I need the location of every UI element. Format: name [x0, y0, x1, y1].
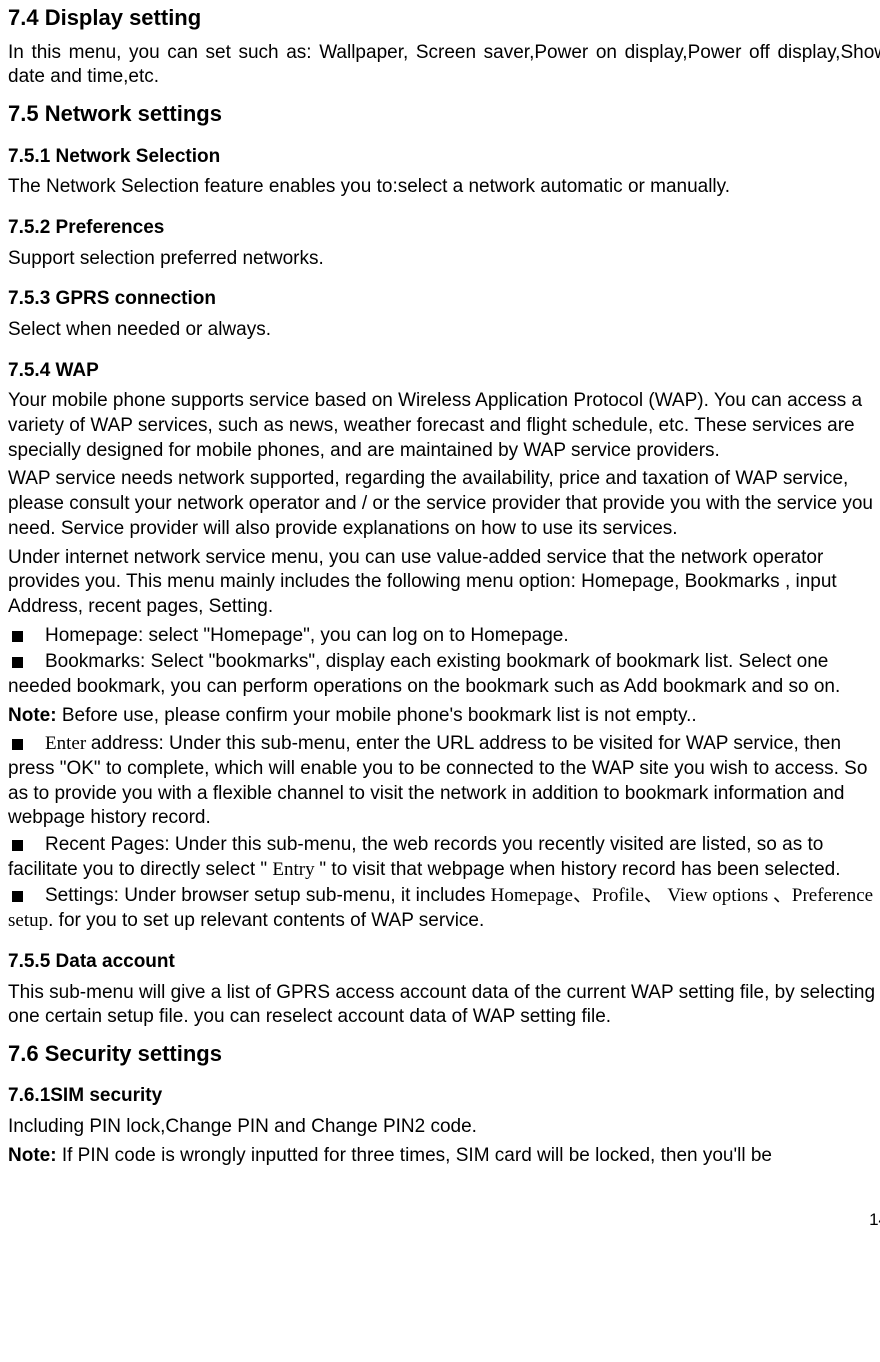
body-7-5-3: Select when needed or always.: [8, 318, 880, 343]
wap-bullet-bookmarks: Bookmarks: Select "bookmarks", display e…: [8, 650, 880, 699]
wap-p3: Under internet network service menu, you…: [8, 546, 880, 620]
heading-7-5-3: 7.5.3 GPRS connection: [8, 287, 880, 312]
wap-bullet-recent-pages: Recent Pages: Under this sub-menu, the w…: [8, 833, 880, 882]
body-7-6-1: Including PIN lock,Change PIN and Change…: [8, 1115, 880, 1140]
wap-bullet-homepage: Homepage: select "Homepage", you can log…: [8, 624, 880, 649]
wap-bullet-enter-address: Enter address: Under this sub-menu, ente…: [8, 732, 880, 831]
wap-note: Note: Before use, please confirm your mo…: [8, 704, 880, 729]
heading-7-4: 7.4 Display setting: [8, 4, 880, 33]
square-bullet-icon: [12, 631, 23, 642]
square-bullet-icon: [12, 840, 23, 851]
page-number: 14: [8, 1209, 880, 1231]
wap-p2: WAP service needs network supported, reg…: [8, 467, 880, 541]
body-7-5-1: The Network Selection feature enables yo…: [8, 175, 880, 200]
square-bullet-icon: [12, 739, 23, 750]
heading-7-5-1: 7.5.1 Network Selection: [8, 145, 880, 170]
heading-7-5-4: 7.5.4 WAP: [8, 359, 880, 384]
body-7-4: In this menu, you can set such as: Wallp…: [8, 41, 880, 90]
square-bullet-icon: [12, 657, 23, 668]
heading-7-6-1: 7.6.1SIM security: [8, 1084, 880, 1109]
body-7-5-5: This sub-menu will give a list of GPRS a…: [8, 981, 880, 1030]
note-7-6-1: Note: If PIN code is wrongly inputted fo…: [8, 1144, 880, 1169]
body-7-5-2: Support selection preferred networks.: [8, 247, 880, 272]
heading-7-5-5: 7.5.5 Data account: [8, 950, 880, 975]
square-bullet-icon: [12, 891, 23, 902]
heading-7-5: 7.5 Network settings: [8, 100, 880, 129]
heading-7-6: 7.6 Security settings: [8, 1040, 880, 1069]
wap-bullet-settings: Settings: Under browser setup sub-menu, …: [8, 884, 880, 933]
wap-p1: Your mobile phone supports service based…: [8, 389, 880, 463]
heading-7-5-2: 7.5.2 Preferences: [8, 216, 880, 241]
